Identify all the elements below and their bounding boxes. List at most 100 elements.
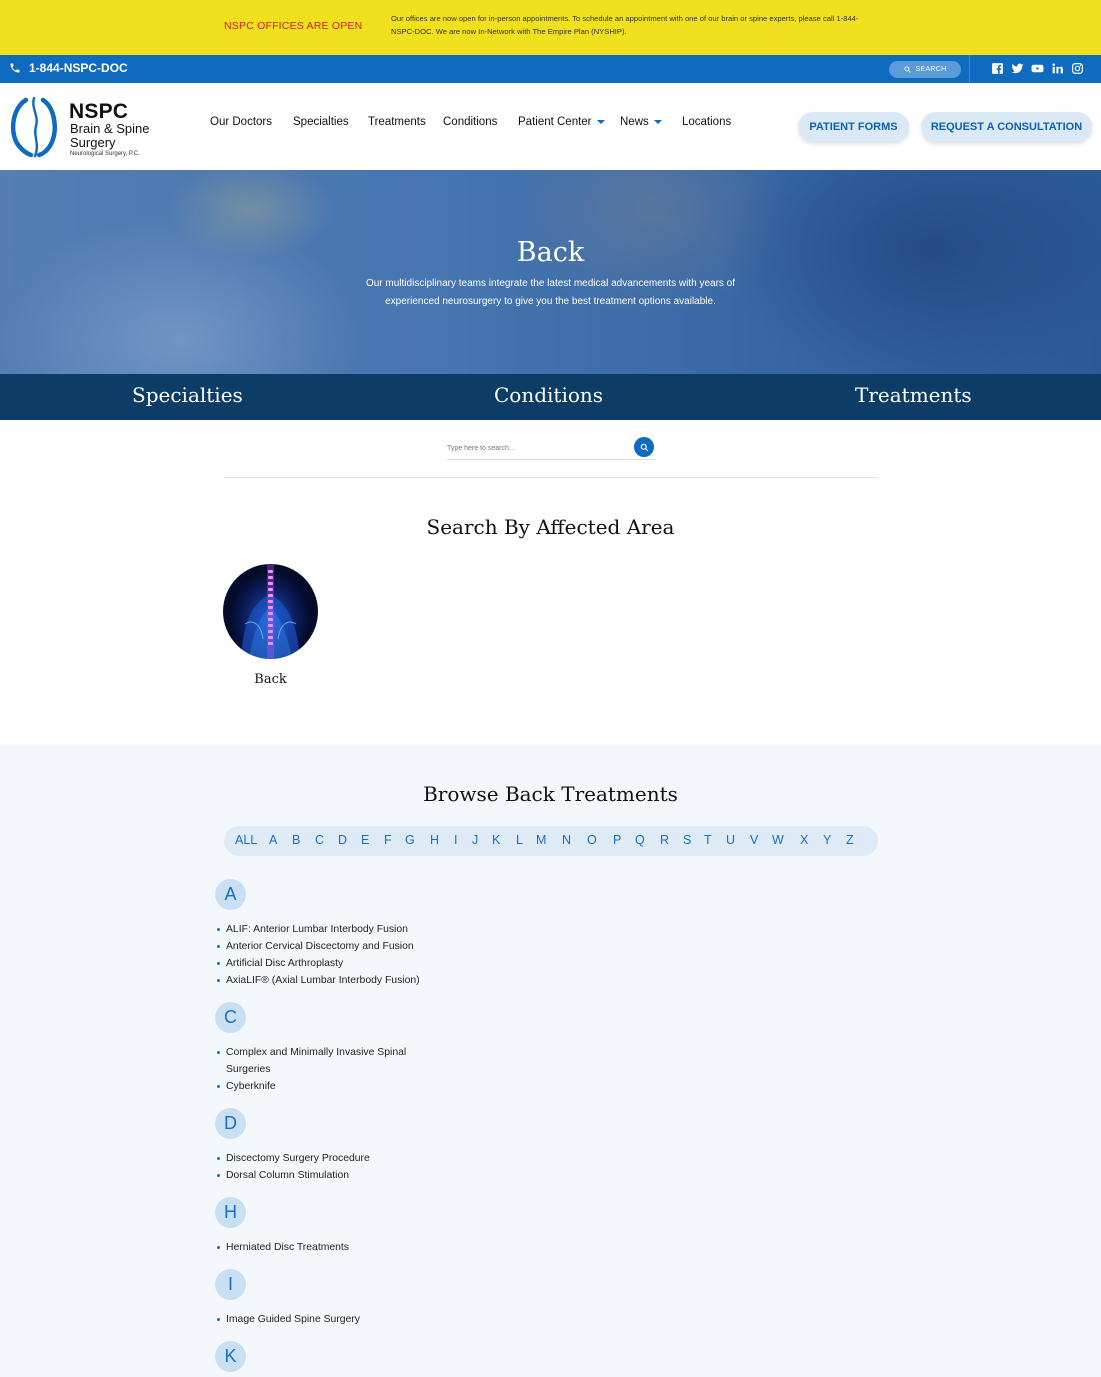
alpha-filter-l[interactable]: L	[516, 833, 523, 847]
linkedin-icon[interactable]	[1051, 62, 1064, 75]
alphabet-filter: ALL A B C D E F G H I J K L M N O P Q R …	[224, 826, 878, 856]
search-submit-button[interactable]	[634, 437, 654, 457]
hero-overlay	[0, 170, 1101, 374]
phone-link[interactable]: 1-844-NSPC-DOC	[9, 61, 128, 75]
treatment-link[interactable]: Anterior Cervical Discectomy and Fusion	[217, 938, 414, 955]
alert-title: NSPC OFFICES ARE OPEN	[224, 20, 363, 32]
facebook-icon[interactable]	[991, 62, 1004, 75]
treatment-label: Artificial Disc Arthroplasty	[226, 958, 344, 969]
tab-conditions[interactable]: Conditions	[494, 383, 603, 407]
alpha-filter-e[interactable]: E	[361, 833, 369, 847]
alpha-filter-s[interactable]: S	[683, 833, 691, 847]
youtube-icon[interactable]	[1031, 62, 1044, 75]
alpha-filter-u[interactable]: U	[726, 833, 735, 847]
treatment-link[interactable]: AxiaLIF® (Axial Lumbar Interbody Fusion)	[217, 972, 420, 989]
alpha-filter-h[interactable]: H	[430, 833, 439, 847]
phone-number: 1-844-NSPC-DOC	[29, 61, 128, 75]
nav-patient-center[interactable]: Patient Center	[518, 116, 605, 128]
page-title: Back	[516, 237, 585, 268]
request-consultation-button[interactable]: REQUEST A CONSULTATION	[921, 112, 1092, 142]
treatment-search	[447, 436, 655, 460]
alpha-filter-z[interactable]: Z	[846, 833, 854, 847]
tab-treatments[interactable]: Treatments	[855, 383, 972, 407]
alpha-filter-c[interactable]: C	[315, 833, 324, 847]
alpha-filter-g[interactable]: G	[405, 833, 415, 847]
treatment-link[interactable]: Herniated Disc Treatments	[217, 1239, 349, 1256]
alert-banner: NSPC OFFICES ARE OPEN Our offices are no…	[0, 0, 1101, 55]
nav-label: Specialties	[293, 116, 349, 128]
treatment-link[interactable]: ALIF: Anterior Lumbar Interbody Fusion	[217, 921, 408, 938]
treatment-label: Discectomy Surgery Procedure	[226, 1153, 370, 1164]
alpha-filter-p[interactable]: P	[613, 833, 621, 847]
treatment-link[interactable]: Image Guided Spine Surgery	[217, 1311, 360, 1328]
nav-label: News	[620, 116, 649, 128]
chevron-down-icon	[653, 120, 662, 124]
alpha-filter-x[interactable]: X	[800, 833, 808, 847]
alpha-filter-f[interactable]: F	[384, 833, 392, 847]
letter-badge-d: D	[215, 1108, 246, 1139]
area-label-back[interactable]: Back	[223, 672, 318, 687]
alpha-filter-n[interactable]: N	[562, 833, 571, 847]
bullet	[217, 945, 220, 948]
nav-label: Locations	[682, 116, 732, 128]
alpha-filter-v[interactable]: V	[750, 833, 758, 847]
alpha-filter-all[interactable]: ALL	[235, 833, 257, 847]
alpha-filter-q[interactable]: Q	[635, 833, 645, 847]
treatment-label: Cyberknife	[226, 1081, 276, 1092]
alpha-filter-o[interactable]: O	[587, 833, 597, 847]
nav-label: Our Doctors	[210, 116, 272, 128]
bullet	[217, 1174, 220, 1177]
alpha-filter-y[interactable]: Y	[823, 833, 831, 847]
alpha-filter-b[interactable]: B	[292, 833, 300, 847]
treatment-label: Surgeries	[226, 1064, 271, 1075]
logo-mark-icon	[10, 96, 57, 158]
treatment-label: AxiaLIF® (Axial Lumbar Interbody Fusion)	[226, 975, 420, 986]
nav-label: Treatments	[368, 116, 426, 128]
treatment-link[interactable]: Discectomy Surgery Procedure	[217, 1150, 370, 1167]
chevron-down-icon	[596, 120, 605, 124]
alpha-filter-t[interactable]: T	[704, 833, 712, 847]
instagram-icon[interactable]	[1071, 62, 1084, 75]
nav-treatments[interactable]: Treatments	[368, 116, 426, 128]
twitter-icon[interactable]	[1011, 62, 1024, 75]
letter-badge-h: H	[215, 1197, 246, 1228]
site-logo[interactable]: NSPC Brain & Spine Surgery Neurological …	[7, 94, 157, 160]
bullet	[217, 1318, 220, 1321]
patient-forms-button[interactable]: PATIENT FORMS	[798, 112, 909, 142]
nav-specialties[interactable]: Specialties	[293, 116, 349, 128]
affected-area-heading: Search By Affected Area	[426, 515, 675, 539]
treatment-link-continued[interactable]: Surgeries	[226, 1061, 270, 1078]
alpha-filter-d[interactable]: D	[338, 833, 347, 847]
hero-description: Our multidisciplinary teams integrate th…	[365, 278, 736, 307]
nav-locations[interactable]: Locations	[682, 116, 731, 128]
bullet	[217, 1051, 220, 1054]
treatment-link[interactable]: Cyberknife	[217, 1078, 276, 1095]
site-header: NSPC Brain & Spine Surgery Neurological …	[0, 83, 1101, 170]
alpha-filter-a[interactable]: A	[269, 833, 277, 847]
alpha-filter-i[interactable]: I	[454, 833, 457, 847]
letter-badge-i: I	[215, 1269, 246, 1300]
alpha-filter-w[interactable]: W	[772, 833, 784, 847]
treatment-link[interactable]: Dorsal Column Stimulation	[217, 1167, 349, 1184]
nav-our-doctors[interactable]: Our Doctors	[210, 116, 272, 128]
alpha-filter-j[interactable]: J	[472, 833, 478, 847]
treatment-link[interactable]: Complex and Minimally Invasive Spinal	[217, 1044, 406, 1061]
bullet	[217, 979, 220, 982]
nav-label: Conditions	[443, 116, 498, 128]
search-input[interactable]	[447, 440, 627, 456]
treatment-link[interactable]: Artificial Disc Arthroplasty	[217, 955, 343, 972]
alpha-filter-r[interactable]: R	[660, 833, 669, 847]
back-area-image[interactable]	[223, 564, 318, 659]
alpha-filter-m[interactable]: M	[536, 833, 546, 847]
alpha-filter-k[interactable]: K	[492, 833, 500, 847]
tab-specialties[interactable]: Specialties	[132, 383, 243, 407]
treatment-label: Image Guided Spine Surgery	[226, 1314, 361, 1325]
hero-banner: Back Our multidisciplinary teams integra…	[0, 170, 1101, 374]
nav-news[interactable]: News	[620, 116, 662, 128]
bullet	[217, 928, 220, 931]
bullet	[217, 1085, 220, 1088]
search-button[interactable]: SEARCH	[889, 61, 961, 78]
search-icon	[640, 443, 648, 451]
letter-badge-c: C	[215, 1002, 246, 1033]
nav-conditions[interactable]: Conditions	[443, 116, 497, 128]
